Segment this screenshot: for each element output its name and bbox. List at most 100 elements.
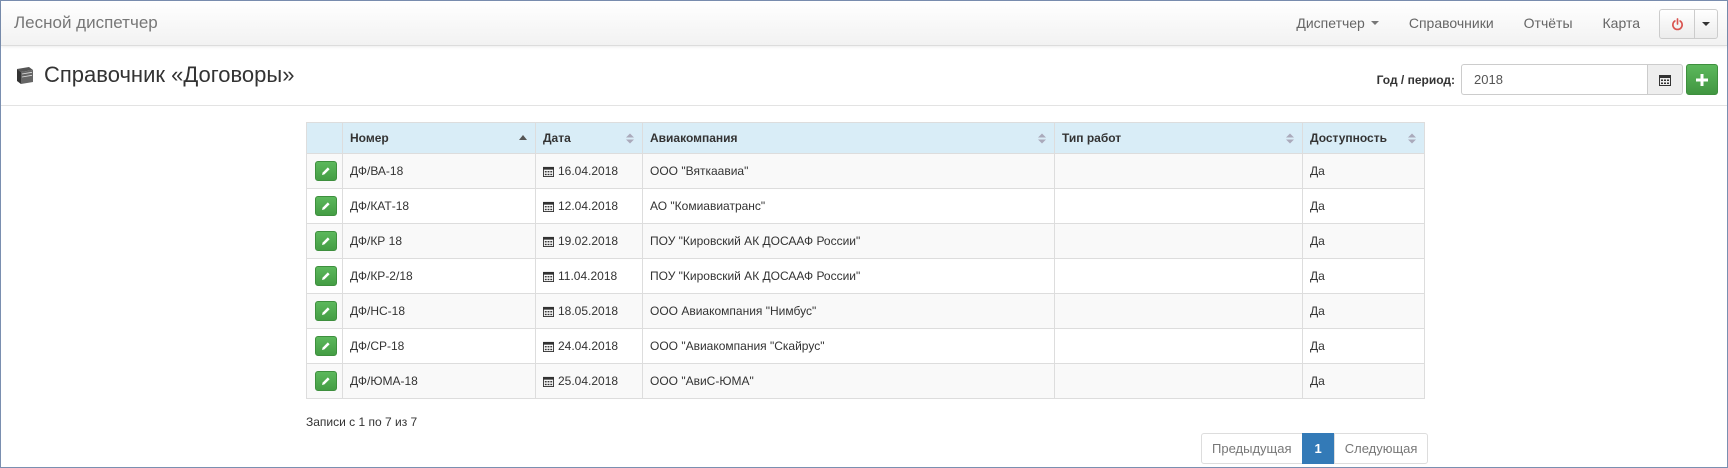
power-icon bbox=[1671, 17, 1683, 30]
period-picker bbox=[1461, 64, 1683, 95]
pencil-icon bbox=[322, 167, 330, 175]
cell-work-type bbox=[1054, 363, 1303, 399]
cell-airline: ПОУ "Кировский АК ДОСААФ России" bbox=[642, 258, 1055, 294]
date-text: 25.04.2018 bbox=[558, 374, 619, 388]
date-text: 19.02.2018 bbox=[558, 234, 619, 248]
column-header-availability[interactable]: Доступность bbox=[1302, 122, 1425, 154]
page-title: Справочник «Договоры» bbox=[14, 62, 294, 88]
calendar-icon bbox=[543, 201, 554, 212]
date-text: 16.04.2018 bbox=[558, 164, 619, 178]
pagination-next[interactable]: Следующая bbox=[1333, 433, 1429, 464]
contracts-table: Номер Дата Авиакомпания Тип работ Доступ… bbox=[306, 122, 1425, 399]
column-header-date[interactable]: Дата bbox=[535, 122, 643, 154]
add-contract-button[interactable] bbox=[1686, 64, 1718, 95]
cell-airline: ООО "АвиС-ЮМА" bbox=[642, 363, 1055, 399]
cell-work-type bbox=[1054, 188, 1303, 224]
cell-airline: ООО "Вяткаавиа" bbox=[642, 153, 1055, 189]
cell-date: 24.04.2018 bbox=[535, 328, 643, 364]
cell-availability: Да bbox=[1302, 188, 1425, 224]
power-menu-toggle[interactable] bbox=[1695, 10, 1717, 38]
cell-number: ДФ/НС-18 bbox=[342, 293, 536, 329]
cell-actions bbox=[306, 328, 343, 364]
table-row: ДФ/ВА-18 16.04.2018 ООО "Вяткаавиа" Да bbox=[306, 153, 1425, 189]
sort-asc-icon bbox=[519, 135, 527, 140]
nav-dispatcher[interactable]: Диспетчер bbox=[1281, 15, 1393, 31]
calendar-icon bbox=[543, 271, 554, 282]
edit-button[interactable] bbox=[315, 371, 337, 391]
date-wrap: 16.04.2018 bbox=[543, 164, 635, 178]
sort-icon bbox=[1038, 133, 1046, 144]
calendar-icon bbox=[543, 236, 554, 247]
pagination-prev[interactable]: Предыдущая bbox=[1201, 433, 1303, 464]
edit-button[interactable] bbox=[315, 231, 337, 251]
date-text: 24.04.2018 bbox=[558, 339, 619, 353]
app-window: Лесной диспетчер Диспетчер Справочники О… bbox=[0, 0, 1728, 468]
nav-reports-label: Отчёты bbox=[1523, 15, 1573, 31]
sort-icon bbox=[1286, 133, 1294, 144]
edit-button[interactable] bbox=[315, 161, 337, 181]
cell-number: ДФ/ЮМА-18 bbox=[342, 363, 536, 399]
cell-work-type bbox=[1054, 328, 1303, 364]
nav-map-label: Карта bbox=[1602, 15, 1640, 31]
cell-date: 25.04.2018 bbox=[535, 363, 643, 399]
sort-icon bbox=[626, 133, 634, 144]
brand-link[interactable]: Лесной диспетчер bbox=[14, 13, 158, 33]
cell-work-type bbox=[1054, 258, 1303, 294]
pencil-icon bbox=[322, 237, 330, 245]
pagination-page-1[interactable]: 1 bbox=[1301, 433, 1335, 464]
edit-button[interactable] bbox=[315, 301, 337, 321]
cell-number: ДФ/КР 18 bbox=[342, 223, 536, 259]
date-wrap: 11.04.2018 bbox=[543, 269, 635, 283]
nav-directories-label: Справочники bbox=[1408, 15, 1494, 31]
cell-number: ДФ/КР-2/18 bbox=[342, 258, 536, 294]
date-text: 11.04.2018 bbox=[558, 269, 618, 283]
power-button-group bbox=[1659, 9, 1718, 39]
pencil-icon bbox=[322, 377, 330, 385]
date-wrap: 19.02.2018 bbox=[543, 234, 635, 248]
column-header-work-type[interactable]: Тип работ bbox=[1054, 122, 1303, 154]
book-icon bbox=[17, 67, 33, 84]
plus-icon bbox=[1696, 73, 1708, 86]
period-calendar-button[interactable] bbox=[1647, 64, 1683, 95]
column-header-actions bbox=[306, 122, 343, 154]
nav-dispatcher-label: Диспетчер bbox=[1296, 15, 1365, 31]
cell-airline: ПОУ "Кировский АК ДОСААФ России" bbox=[642, 223, 1055, 259]
top-navbar: Лесной диспетчер Диспетчер Справочники О… bbox=[1, 1, 1727, 46]
column-header-airline[interactable]: Авиакомпания bbox=[642, 122, 1055, 154]
cell-date: 18.05.2018 bbox=[535, 293, 643, 329]
cell-actions bbox=[306, 258, 343, 294]
date-wrap: 12.04.2018 bbox=[543, 199, 635, 213]
nav-directories[interactable]: Справочники bbox=[1394, 15, 1509, 31]
records-info: Записи с 1 по 7 из 7 bbox=[306, 415, 418, 429]
chevron-down-icon bbox=[1702, 22, 1710, 26]
cell-actions bbox=[306, 223, 343, 259]
nav-reports[interactable]: Отчёты bbox=[1509, 15, 1588, 31]
cell-actions bbox=[306, 293, 343, 329]
table-row: ДФ/КР 18 19.02.2018 ПОУ "Кировский АК ДОСА… bbox=[306, 223, 1425, 259]
column-header-number[interactable]: Номер bbox=[342, 122, 536, 154]
power-button[interactable] bbox=[1660, 10, 1695, 38]
date-text: 12.04.2018 bbox=[558, 199, 619, 213]
calendar-icon bbox=[543, 376, 554, 387]
cell-actions bbox=[306, 188, 343, 224]
edit-button[interactable] bbox=[315, 336, 337, 356]
cell-work-type bbox=[1054, 153, 1303, 189]
cell-number: ДФ/ВА-18 bbox=[342, 153, 536, 189]
cell-airline: ООО Авиакомпания "Нимбус" bbox=[642, 293, 1055, 329]
date-wrap: 18.05.2018 bbox=[543, 304, 635, 318]
cell-availability: Да bbox=[1302, 223, 1425, 259]
table-header-row: Номер Дата Авиакомпания Тип работ Доступ… bbox=[306, 122, 1425, 154]
page-header: Справочник «Договоры» Год / период: bbox=[1, 46, 1727, 106]
cell-date: 12.04.2018 bbox=[535, 188, 643, 224]
edit-button[interactable] bbox=[315, 266, 337, 286]
table-row: ДФ/КР-2/18 11.04.2018 ПОУ "Кировский АК ДО… bbox=[306, 258, 1425, 294]
date-wrap: 24.04.2018 bbox=[543, 339, 635, 353]
cell-availability: Да bbox=[1302, 153, 1425, 189]
edit-button[interactable] bbox=[315, 196, 337, 216]
cell-number: ДФ/СР-18 bbox=[342, 328, 536, 364]
cell-work-type bbox=[1054, 223, 1303, 259]
table-row: ДФ/КАТ-18 12.04.2018 АО "Комиавиатранс" Да bbox=[306, 188, 1425, 224]
nav-map[interactable]: Карта bbox=[1588, 15, 1655, 31]
chevron-down-icon bbox=[1370, 21, 1379, 25]
period-input[interactable] bbox=[1461, 64, 1647, 95]
